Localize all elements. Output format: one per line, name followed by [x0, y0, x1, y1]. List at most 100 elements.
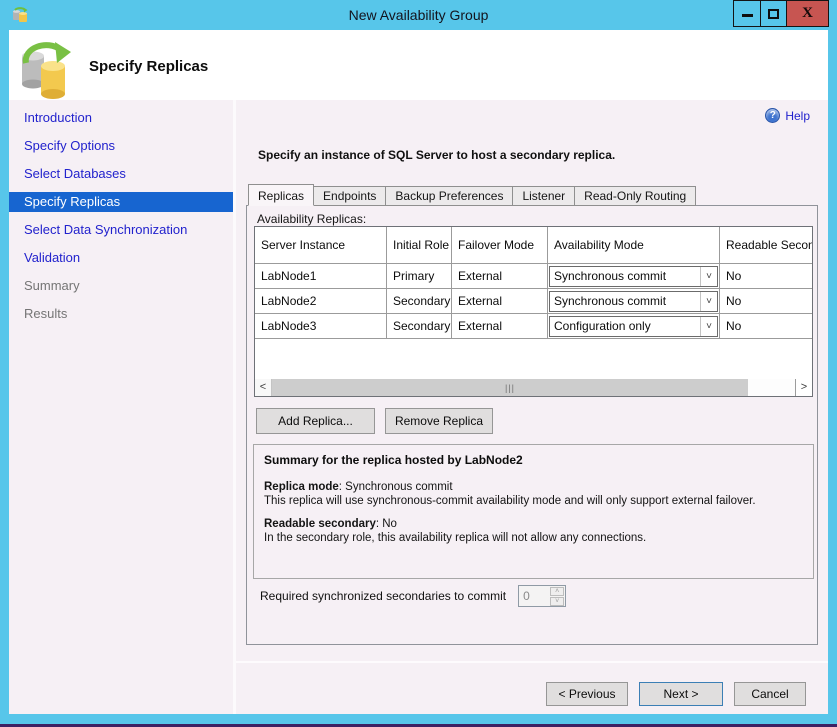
column-header-readable-secondary: Readable Secondary	[720, 227, 813, 264]
sidebar-item-results: Results	[9, 304, 233, 324]
help-label: Help	[785, 109, 810, 123]
required-secondaries-label: Required synchronized secondaries to com…	[260, 589, 506, 603]
next-button[interactable]: Next >	[639, 682, 723, 706]
cell-failover-mode[interactable]: External	[452, 289, 548, 314]
cell-readable-secondary[interactable]: No	[720, 264, 813, 289]
cell-initial-role[interactable]: Secondary	[387, 314, 452, 339]
dropdown-value: Configuration only	[550, 319, 700, 333]
grid-rows: LabNode1 Primary External Synchronous co…	[255, 264, 813, 339]
main-pane: ? Help Specify an instance of SQL Server…	[236, 100, 828, 714]
dialog-body: Introduction Specify Options Select Data…	[9, 100, 828, 714]
window-controls: X	[733, 0, 829, 27]
window-title: New Availability Group	[0, 0, 837, 30]
help-icon: ?	[765, 108, 780, 123]
scrollbar-thumb[interactable]: |||	[272, 379, 748, 396]
sidebar-item-select-databases[interactable]: Select Databases	[9, 164, 233, 184]
window-border-bottom	[0, 714, 837, 724]
dropdown-value: Synchronous commit	[550, 269, 700, 283]
wizard-header: Specify Replicas	[9, 30, 828, 100]
minimize-icon	[742, 14, 753, 17]
cell-readable-secondary[interactable]: No	[720, 289, 813, 314]
minimize-button[interactable]	[734, 1, 760, 26]
grid-header-row: Server Instance Initial Role Failover Mo…	[255, 227, 813, 264]
grid-columns-viewport: Server Instance Initial Role Failover Mo…	[255, 227, 813, 339]
availability-replicas-label: Availability Replicas:	[257, 212, 366, 226]
cancel-button[interactable]: Cancel	[734, 682, 806, 706]
maximize-button[interactable]	[760, 1, 786, 26]
sidebar-item-summary: Summary	[9, 276, 233, 296]
required-secondaries-spinner: 0 ˄ ˅	[518, 585, 566, 607]
window-border-right	[828, 30, 837, 724]
sidebar-item-specify-replicas[interactable]: Specify Replicas	[9, 192, 233, 212]
spinner-buttons: ˄ ˅	[549, 586, 565, 606]
summary-spacer	[264, 508, 803, 517]
spinner-down-icon: ˅	[550, 597, 564, 606]
replica-databases-icon	[17, 38, 73, 100]
cell-initial-role[interactable]: Secondary	[387, 289, 452, 314]
chevron-down-icon: ˅	[700, 292, 717, 311]
replica-mode-line: Replica mode: Synchronous commit	[264, 480, 803, 494]
chevron-down-icon: ˅	[700, 267, 717, 286]
table-row: LabNode2 Secondary External Synchronous …	[255, 289, 813, 314]
scroll-right-icon[interactable]: >	[795, 379, 812, 396]
cell-readable-secondary[interactable]: No	[720, 314, 813, 339]
table-row: LabNode3 Secondary External Configuratio…	[255, 314, 813, 339]
close-button[interactable]: X	[786, 1, 828, 26]
page-title: Specify Replicas	[89, 58, 208, 75]
readable-secondary-line: Readable secondary: No	[264, 517, 803, 531]
cell-failover-mode[interactable]: External	[452, 264, 548, 289]
availability-replicas-grid: Server Instance Initial Role Failover Mo…	[254, 226, 813, 397]
cell-server-instance[interactable]: LabNode1	[255, 264, 387, 289]
availability-mode-dropdown[interactable]: Synchronous commit ˅	[549, 266, 718, 287]
replica-mode-description: This replica will use synchronous-commit…	[264, 494, 803, 508]
cell-initial-role[interactable]: Primary	[387, 264, 452, 289]
replica-summary-box: Summary for the replica hosted by LabNod…	[253, 444, 814, 579]
table-row: LabNode1 Primary External Synchronous co…	[255, 264, 813, 289]
summary-title: Summary for the replica hosted by LabNod…	[264, 453, 803, 467]
title-bar: New Availability Group X	[0, 0, 837, 30]
cell-availability-mode: Configuration only ˅	[548, 314, 720, 339]
readable-secondary-label: Readable secondary	[264, 518, 376, 530]
desktop: New Availability Group X	[0, 0, 837, 727]
wizard-dialog: Specify Replicas Introduction Specify Op…	[9, 30, 828, 714]
cell-server-instance[interactable]: LabNode3	[255, 314, 387, 339]
sidebar-item-introduction[interactable]: Introduction	[9, 108, 233, 128]
chevron-down-icon: ˅	[700, 317, 717, 336]
previous-button[interactable]: < Previous	[546, 682, 628, 706]
window-border-left	[0, 30, 9, 724]
readable-secondary-value: : No	[376, 518, 397, 530]
tab-backup-preferences[interactable]: Backup Preferences	[385, 186, 513, 206]
replica-mode-label: Replica mode	[264, 481, 339, 493]
scrollbar-track[interactable]	[748, 379, 795, 396]
availability-mode-dropdown[interactable]: Configuration only ˅	[549, 316, 718, 337]
scroll-left-icon[interactable]: <	[255, 379, 272, 396]
column-header-server-instance: Server Instance	[255, 227, 387, 264]
required-secondaries-row: Required synchronized secondaries to com…	[260, 585, 566, 607]
sidebar-item-validation[interactable]: Validation	[9, 248, 233, 268]
tab-replicas[interactable]: Replicas	[248, 184, 314, 206]
horizontal-scrollbar: < ||| >	[255, 379, 812, 396]
sidebar-item-specify-options[interactable]: Specify Options	[9, 136, 233, 156]
replicas-tab-page: Availability Replicas: Server Instance I…	[246, 205, 818, 645]
maximize-icon	[768, 9, 779, 19]
footer-separator	[236, 661, 828, 663]
tab-endpoints[interactable]: Endpoints	[313, 186, 386, 206]
column-header-failover-mode: Failover Mode	[452, 227, 548, 264]
help-link[interactable]: ? Help	[765, 108, 810, 123]
remove-replica-button[interactable]: Remove Replica	[385, 408, 493, 434]
tab-listener[interactable]: Listener	[512, 186, 575, 206]
column-header-initial-role: Initial Role	[387, 227, 452, 264]
spinner-value: 0	[519, 586, 549, 606]
availability-mode-dropdown[interactable]: Synchronous commit ˅	[549, 291, 718, 312]
dropdown-value: Synchronous commit	[550, 294, 700, 308]
add-replica-button[interactable]: Add Replica...	[256, 408, 375, 434]
tab-read-only-routing[interactable]: Read-Only Routing	[574, 186, 696, 206]
cell-availability-mode: Synchronous commit ˅	[548, 264, 720, 289]
cell-availability-mode: Synchronous commit ˅	[548, 289, 720, 314]
instruction-text: Specify an instance of SQL Server to hos…	[258, 148, 615, 162]
cell-server-instance[interactable]: LabNode2	[255, 289, 387, 314]
wizard-steps-sidebar: Introduction Specify Options Select Data…	[9, 100, 233, 714]
cell-failover-mode[interactable]: External	[452, 314, 548, 339]
column-header-availability-mode: Availability Mode	[548, 227, 720, 264]
sidebar-item-select-data-synchronization[interactable]: Select Data Synchronization	[9, 220, 233, 240]
